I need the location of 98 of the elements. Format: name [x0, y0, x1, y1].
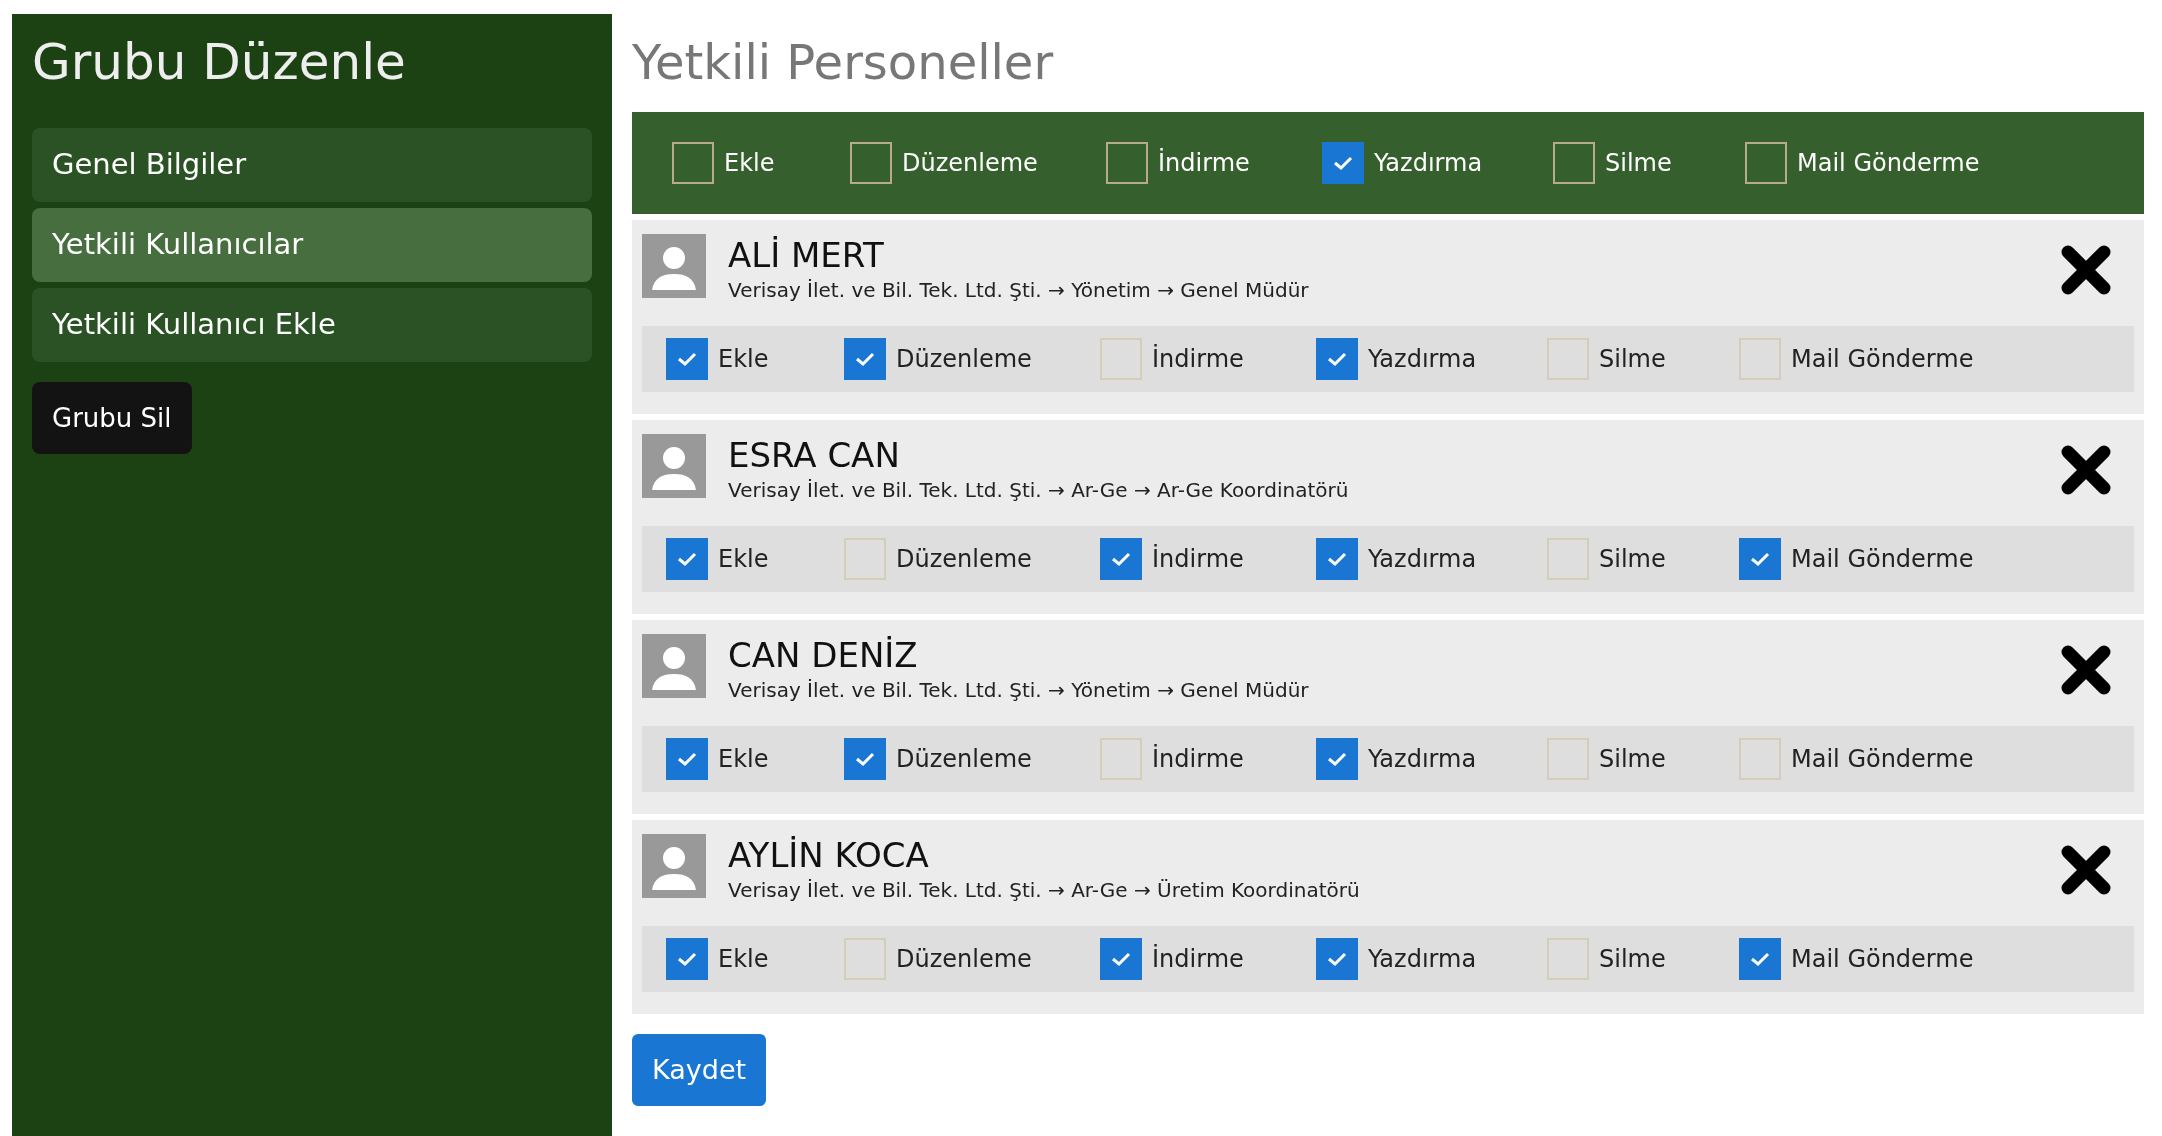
close-icon[interactable]	[2060, 244, 2112, 296]
checkbox[interactable]	[1553, 142, 1595, 184]
checkmark-icon	[1749, 951, 1771, 967]
user-path: Verisay İlet. ve Bil. Tek. Ltd. Şti. → Yönetim → Genel Müdür	[728, 677, 1310, 704]
checkbox[interactable]	[844, 538, 886, 580]
checkmark-icon	[676, 551, 698, 567]
permission-label: Silme	[1605, 148, 1672, 179]
save-button[interactable]: Kaydet	[632, 1034, 767, 1106]
checkbox[interactable]	[672, 142, 714, 184]
checkbox[interactable]	[1547, 338, 1589, 380]
user-name: CAN DENİZ	[728, 634, 919, 676]
close-icon[interactable]	[2060, 844, 2112, 896]
user-name: AYLİN KOCA	[728, 834, 930, 876]
permission-label: Ekle	[718, 744, 769, 775]
permission-label: Mail Gönderme	[1791, 344, 1974, 375]
checkbox[interactable]	[844, 938, 886, 980]
checkbox[interactable]	[1745, 142, 1787, 184]
page-title: Yetkili Personeller	[632, 33, 1055, 92]
checkbox[interactable]	[666, 938, 708, 980]
checkbox[interactable]	[1547, 738, 1589, 780]
user-path: Verisay İlet. ve Bil. Tek. Ltd. Şti. → Yönetim → Genel Müdür	[728, 277, 1310, 304]
permission-label: İndirme	[1152, 343, 1244, 375]
permission-label: Ekle	[724, 148, 775, 179]
avatar-icon	[642, 434, 706, 498]
permission-label: Silme	[1599, 344, 1666, 375]
user-name: ESRA CAN	[728, 434, 901, 476]
checkbox[interactable]	[666, 738, 708, 780]
checkbox[interactable]	[1100, 538, 1142, 580]
permission-label: Silme	[1599, 944, 1666, 975]
permission-label: İndirme	[1152, 543, 1244, 575]
checkmark-icon	[1326, 951, 1348, 967]
permission-label: Ekle	[718, 544, 769, 575]
permission-label: Düzenleme	[896, 744, 1032, 775]
permission-label: İndirme	[1152, 943, 1244, 975]
user-path: Verisay İlet. ve Bil. Tek. Ltd. Şti. → Ar-Ge → Ar-Ge Koordinatörü	[728, 477, 1350, 504]
delete-group-button[interactable]: Grubu Sil	[32, 382, 192, 454]
checkbox[interactable]	[1316, 538, 1358, 580]
avatar-icon	[642, 834, 706, 898]
checkmark-icon	[1110, 951, 1132, 967]
checkbox[interactable]	[666, 538, 708, 580]
checkbox[interactable]	[1322, 142, 1364, 184]
checkbox[interactable]	[1547, 538, 1589, 580]
checkmark-icon	[1326, 551, 1348, 567]
checkbox[interactable]	[850, 142, 892, 184]
sidebar-item[interactable]: Yetkili Kullanıcılar	[32, 208, 592, 282]
permission-label: İndirme	[1158, 147, 1250, 179]
close-icon[interactable]	[2060, 644, 2112, 696]
permission-label: Düzenleme	[902, 148, 1038, 179]
checkbox[interactable]	[1739, 538, 1781, 580]
checkbox[interactable]	[1100, 738, 1142, 780]
permission-label: Mail Gönderme	[1791, 744, 1974, 775]
permission-label: Ekle	[718, 944, 769, 975]
close-icon[interactable]	[2060, 444, 2112, 496]
permission-label: Düzenleme	[896, 944, 1032, 975]
permission-label: Düzenleme	[896, 544, 1032, 575]
permission-label: Yazdırma	[1368, 944, 1477, 975]
checkbox[interactable]	[1106, 142, 1148, 184]
checkbox[interactable]	[666, 338, 708, 380]
checkbox[interactable]	[1739, 938, 1781, 980]
checkmark-icon	[676, 951, 698, 967]
checkmark-icon	[1326, 751, 1348, 767]
checkmark-icon	[1326, 351, 1348, 367]
permission-label: Yazdırma	[1374, 148, 1483, 179]
checkmark-icon	[1749, 551, 1771, 567]
checkbox[interactable]	[844, 738, 886, 780]
user-name: ALİ MERT	[728, 234, 885, 276]
user-path: Verisay İlet. ve Bil. Tek. Ltd. Şti. → Ar-Ge → Üretim Koordinatörü	[728, 877, 1361, 904]
checkmark-icon	[1110, 551, 1132, 567]
permission-label: Silme	[1599, 544, 1666, 575]
permission-label: Yazdırma	[1368, 744, 1477, 775]
permission-label: Mail Gönderme	[1797, 148, 1980, 179]
permission-label: Mail Gönderme	[1791, 544, 1974, 575]
checkbox[interactable]	[1547, 938, 1589, 980]
permission-label: Yazdırma	[1368, 344, 1477, 375]
permission-label: Düzenleme	[896, 344, 1032, 375]
permission-label: Ekle	[718, 344, 769, 375]
avatar-icon	[642, 634, 706, 698]
checkbox[interactable]	[1316, 738, 1358, 780]
permission-label: Yazdırma	[1368, 544, 1477, 575]
checkbox[interactable]	[1316, 338, 1358, 380]
checkbox[interactable]	[844, 338, 886, 380]
checkbox[interactable]	[1100, 938, 1142, 980]
checkbox[interactable]	[1316, 938, 1358, 980]
permission-label: Silme	[1599, 744, 1666, 775]
checkmark-icon	[676, 351, 698, 367]
permission-label: Mail Gönderme	[1791, 944, 1974, 975]
checkmark-icon	[1332, 155, 1354, 171]
checkbox[interactable]	[1100, 338, 1142, 380]
sidebar-item[interactable]: Genel Bilgiler	[32, 128, 592, 202]
checkmark-icon	[854, 351, 876, 367]
sidebar-title: Grubu Düzenle	[32, 32, 407, 92]
permission-label: İndirme	[1152, 743, 1244, 775]
checkbox[interactable]	[1739, 338, 1781, 380]
sidebar-item[interactable]: Yetkili Kullanıcı Ekle	[32, 288, 592, 362]
checkmark-icon	[854, 751, 876, 767]
checkmark-icon	[676, 751, 698, 767]
checkbox[interactable]	[1739, 738, 1781, 780]
avatar-icon	[642, 234, 706, 298]
